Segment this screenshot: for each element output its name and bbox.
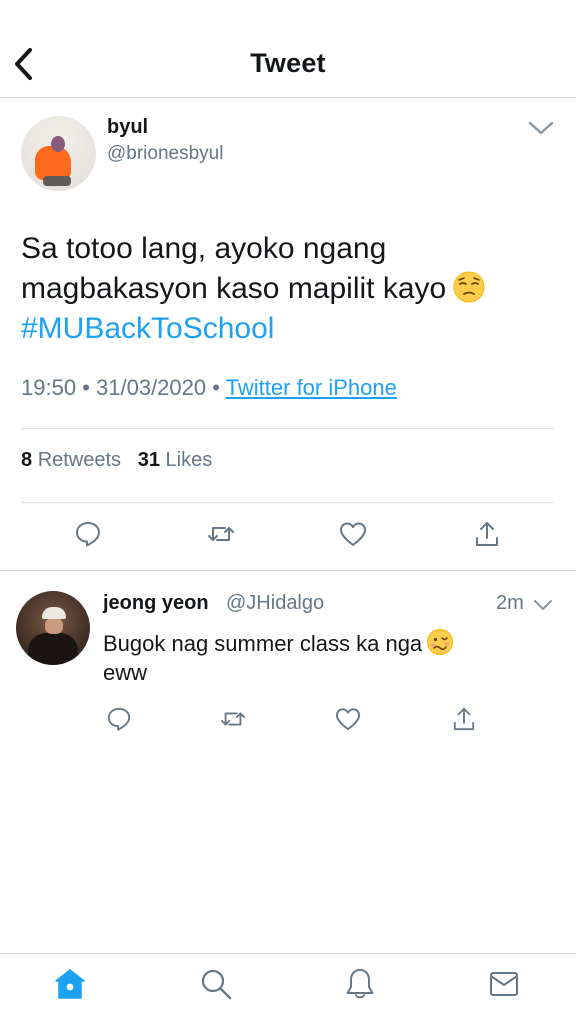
chevron-down-icon: [534, 600, 552, 610]
bell-icon: [346, 969, 374, 999]
reply-author-handle[interactable]: @JHidalgo: [226, 592, 324, 615]
reply-icon: [107, 707, 131, 731]
tweet-actions: [0, 517, 576, 557]
author-name[interactable]: byul: [107, 116, 148, 139]
retweet-button[interactable]: [204, 517, 238, 551]
reply-author-name[interactable]: jeong yeon: [103, 592, 209, 615]
retweets-count: 8: [21, 449, 33, 471]
tweet-time: 19:50: [21, 375, 77, 400]
retweets-label: Retweets: [37, 449, 122, 471]
retweet-icon: [220, 712, 246, 726]
reply-actions: [0, 702, 576, 738]
reply-button[interactable]: [102, 702, 136, 736]
mail-icon: [490, 972, 518, 996]
share-icon: [476, 522, 498, 546]
woozy-face-icon: [427, 629, 454, 655]
reply-button[interactable]: [71, 517, 105, 551]
author-handle[interactable]: @brionesbyul: [107, 143, 223, 165]
tab-search[interactable]: [196, 964, 236, 1004]
reply-body: Bugok nag summer class ka nga: [103, 631, 423, 656]
like-button[interactable]: [331, 702, 365, 736]
divider: [21, 428, 554, 429]
top-bar: Tweet: [0, 0, 576, 98]
likes-count: 31: [137, 449, 160, 471]
tab-notifications[interactable]: [340, 964, 380, 1004]
meta-separator: •: [82, 375, 90, 400]
like-button[interactable]: [336, 517, 370, 551]
reply-icon: [76, 522, 100, 547]
share-icon: [453, 707, 475, 731]
avatar[interactable]: [16, 591, 90, 665]
home-icon: [55, 969, 85, 999]
hashtag-link[interactable]: #MUBackToSchool: [21, 312, 274, 345]
tweet-date: 31/03/2020: [96, 375, 207, 400]
likes-stat[interactable]: 31 Likes: [138, 449, 213, 471]
share-button[interactable]: [470, 517, 504, 551]
tweet-stats: 8 Retweets 31 Likes: [21, 449, 212, 472]
tweet-options-button[interactable]: [528, 115, 554, 141]
retweet-button[interactable]: [216, 702, 250, 736]
pensive-face-icon: [453, 271, 485, 303]
share-button[interactable]: [447, 702, 481, 736]
tab-home[interactable]: [50, 964, 90, 1004]
tweet-body: Sa totoo lang, ayoko ngang magbakasyon k…: [21, 232, 447, 305]
divider: [21, 502, 554, 503]
reply-tweet[interactable]: jeong yeon @JHidalgo 2m Bugok nag summer…: [0, 572, 576, 742]
chevron-down-icon: [528, 121, 554, 135]
reply-options-button[interactable]: [532, 594, 554, 616]
search-icon: [201, 969, 232, 1000]
heart-icon: [336, 708, 360, 731]
retweet-icon: [208, 527, 234, 541]
tweet-meta: 19:50 • 31/03/2020 • Twitter for iPhone: [21, 375, 397, 401]
main-tweet: byul @brionesbyul Sa totoo lang, ayoko n…: [0, 99, 576, 571]
reply-timestamp: 2m: [496, 592, 524, 614]
source-link[interactable]: Twitter for iPhone: [226, 375, 397, 400]
meta-separator: •: [212, 375, 220, 400]
retweets-stat[interactable]: 8 Retweets: [21, 449, 121, 471]
likes-label: Likes: [165, 449, 213, 471]
bottom-tab-bar: [0, 953, 576, 1024]
reply-body-end: eww: [103, 660, 148, 685]
reply-text: Bugok nag summer class ka nga eww: [103, 628, 543, 687]
heart-icon: [340, 522, 366, 546]
tweet-text: Sa totoo lang, ayoko ngang magbakasyon k…: [21, 229, 551, 349]
tab-messages[interactable]: [484, 964, 524, 1004]
avatar[interactable]: [21, 116, 96, 191]
page-title: Tweet: [250, 48, 326, 78]
